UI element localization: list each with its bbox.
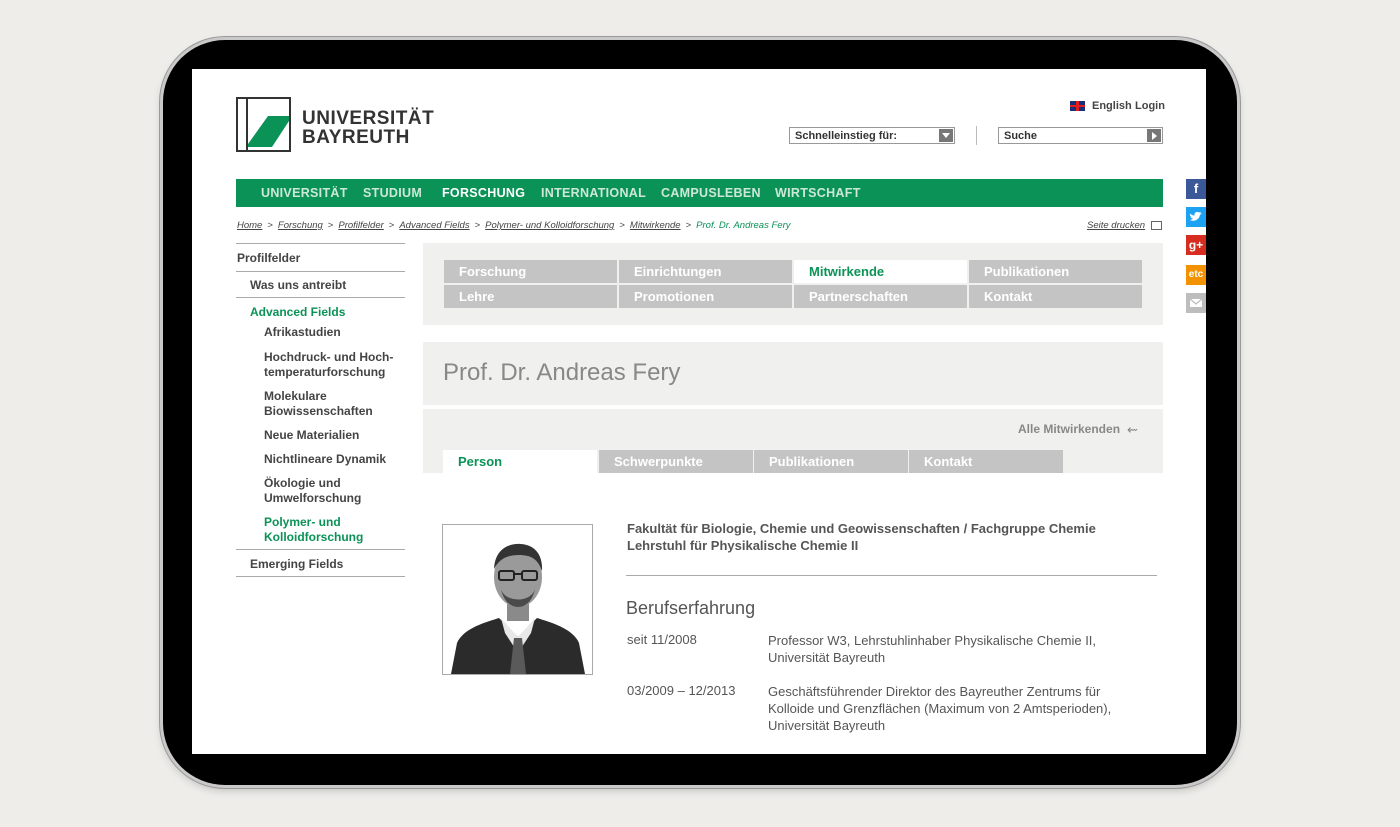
breadcrumb: Home > Forschung > Profilfelder > Advanced Fie… [237, 220, 791, 231]
search-submit-icon[interactable] [1147, 129, 1161, 142]
cv-date: seit 11/2008 [627, 632, 697, 647]
sidebar-item-label: temperaturforschung [264, 365, 386, 379]
person-portrait [442, 524, 593, 675]
sidebar-item-label: Hochdruck- und Hoch- [264, 350, 394, 364]
sidebar-divider [236, 549, 405, 550]
sidebar-item-label: Nichtlineare Dynamik [264, 452, 387, 466]
search-placeholder: Suche [1004, 130, 1038, 142]
browser-screen: UNIVERSITÄT BAYREUTH English Login Schne… [192, 69, 1206, 754]
sidebar-item-label: Ökologie und [264, 476, 341, 490]
tab-lehre[interactable]: Lehre [444, 285, 617, 308]
breadcrumb-current: Prof. Dr. Andreas Fery [696, 220, 791, 231]
facebook-icon[interactable]: f [1186, 179, 1206, 199]
sidebar-divider [236, 576, 405, 577]
breadcrumb-advanced-fields[interactable]: Advanced Fields [399, 220, 469, 231]
back-arrow-icon[interactable]: ⇜ [1127, 422, 1138, 438]
tab-mitwirkende[interactable]: Mitwirkende [794, 260, 967, 283]
sidebar-item-oekologie[interactable]: Ökologie und Umwelforschung [264, 476, 361, 506]
faculty-line: Fakultät für Biologie, Chemie und Geowis… [627, 521, 1096, 536]
print-page-link[interactable]: Seite drucken [1087, 220, 1145, 231]
sidebar-item-label: Kolloidforschung [264, 530, 364, 544]
nav-campusleben[interactable]: CAMPUSLEBEN [661, 186, 761, 200]
breadcrumb-forschung[interactable]: Forschung [278, 220, 323, 231]
sidebar-item-label: Afrikastudien [264, 325, 341, 339]
person-tab-publikationen[interactable]: Publikationen [754, 450, 908, 473]
faculty-info: Fakultät für Biologie, Chemie und Geowis… [627, 520, 1147, 554]
cv-text: Professor W3, Lehrstuhlinhaber Physikali… [768, 633, 1097, 665]
person-tab-kontakt[interactable]: Kontakt [909, 450, 1063, 473]
sidebar-item-profilfelder[interactable]: Profilfelder [237, 251, 300, 266]
uk-flag-icon[interactable] [1070, 101, 1085, 111]
page-title: Prof. Dr. Andreas Fery [443, 359, 681, 386]
person-tab-schwerpunkte[interactable]: Schwerpunkte [599, 450, 753, 473]
nav-forschung[interactable]: FORSCHUNG [442, 186, 525, 200]
university-logo[interactable] [236, 97, 291, 152]
login-link[interactable]: Login [1135, 100, 1165, 112]
sidebar-item-label: Umwelforschung [264, 491, 362, 505]
googleplus-icon[interactable]: g+ [1186, 235, 1206, 255]
person-tabs-panel: Person Schwerpunkte Publikationen Kontak… [423, 409, 1163, 473]
sidebar-item-molekulare[interactable]: Molekulare Biowissenschaften [264, 389, 373, 419]
sidebar-item-advanced-fields[interactable]: Advanced Fields [250, 305, 345, 320]
english-link[interactable]: English [1092, 100, 1132, 112]
nav-international[interactable]: INTERNATIONAL [541, 186, 646, 200]
breadcrumb-home[interactable]: Home [237, 220, 262, 231]
breadcrumb-profilfelder[interactable]: Profilfelder [338, 220, 383, 231]
nav-universitaet[interactable]: UNIVERSITÄT [261, 186, 348, 200]
quick-access-label: Schnelleinstieg für: [795, 130, 898, 142]
tab-partnerschaften[interactable]: Partnerschaften [794, 285, 967, 308]
mail-icon[interactable] [1186, 293, 1206, 313]
header-divider [976, 126, 977, 145]
section-tabs-panel: Forschung Einrichtungen Mitwirkende Publ… [423, 243, 1163, 325]
share-etc-icon[interactable]: etc [1186, 265, 1206, 285]
person-tab-person[interactable]: Person [443, 450, 597, 473]
sidebar-divider [236, 297, 405, 298]
tab-einrichtungen[interactable]: Einrichtungen [619, 260, 792, 283]
section-heading: Berufserfahrung [626, 598, 756, 618]
all-members-link[interactable]: Alle Mitwirkenden [1018, 422, 1120, 436]
logo-wordmark: UNIVERSITÄT BAYREUTH [302, 109, 434, 147]
tab-forschung[interactable]: Forschung [444, 260, 617, 283]
tab-kontakt[interactable]: Kontakt [969, 285, 1142, 308]
search-input[interactable]: Suche [998, 127, 1163, 144]
sidebar-item-afrikastudien[interactable]: Afrikastudien [264, 325, 341, 340]
chevron-down-icon [939, 129, 953, 142]
sidebar-item-label: Neue Materialien [264, 428, 360, 442]
content-divider [626, 575, 1157, 576]
sidebar-item-emerging-fields[interactable]: Emerging Fields [250, 557, 343, 572]
cv-date: 03/2009 – 12/2013 [627, 683, 736, 698]
sidebar-item-polymer[interactable]: Polymer- und Kolloidforschung [264, 515, 363, 545]
logo-line-2: BAYREUTH [302, 127, 410, 148]
breadcrumb-mitwirkende[interactable]: Mitwirkende [630, 220, 681, 231]
twitter-icon[interactable] [1186, 207, 1206, 227]
sidebar-item-label: Polymer- und [264, 515, 341, 529]
sidebar-divider [236, 243, 405, 244]
tab-promotionen[interactable]: Promotionen [619, 285, 792, 308]
sidebar-item-nichtlineare-dynamik[interactable]: Nichtlineare Dynamik [264, 452, 386, 467]
sidebar-item-was-uns-antreibt[interactable]: Was uns antreibt [250, 278, 346, 293]
chair-line: Lehrstuhl für Physikalische Chemie II [627, 538, 859, 553]
tab-publikationen[interactable]: Publikationen [969, 260, 1142, 283]
nav-studium[interactable]: STUDIUM [363, 186, 422, 200]
sidebar-divider [236, 271, 405, 272]
cv-text: Geschäftsführender Direktor des Bayreuth… [768, 684, 1112, 733]
main-nav: UNIVERSITÄT STUDIUM FORSCHUNG INTERNATIO… [236, 179, 1163, 207]
sidebar-item-label: Molekulare [264, 389, 327, 403]
quick-access-select[interactable]: Schnelleinstieg für: [789, 127, 955, 144]
sidebar-item-neue-materialien[interactable]: Neue Materialien [264, 428, 359, 443]
sidebar-item-hochdruck[interactable]: Hochdruck- und Hoch- temperaturforschung [264, 350, 393, 380]
printer-icon[interactable] [1151, 221, 1162, 230]
logo-line-1: UNIVERSITÄT [302, 108, 435, 129]
sidebar-item-label: Biowissenschaften [264, 404, 373, 418]
nav-wirtschaft[interactable]: WIRTSCHAFT [775, 186, 861, 200]
breadcrumb-polymer[interactable]: Polymer- und Kolloidforschung [485, 220, 614, 231]
